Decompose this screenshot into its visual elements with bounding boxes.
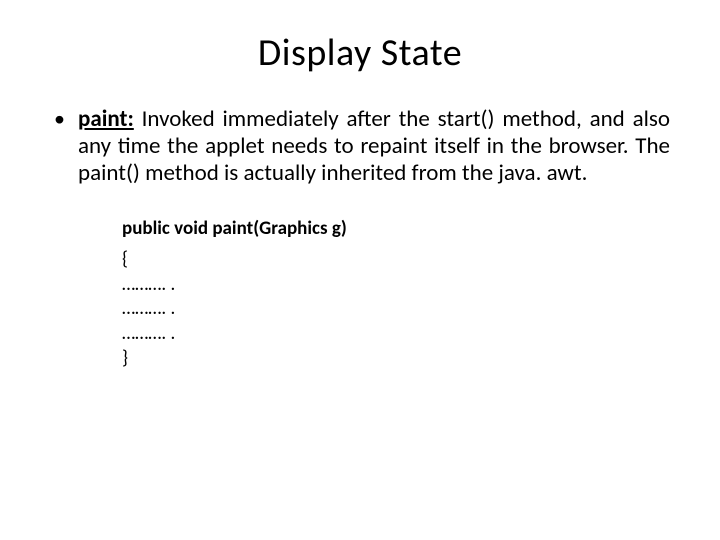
bullet-term: paint: [78, 105, 134, 133]
slide-title: Display State [50, 30, 670, 76]
code-line: } [122, 347, 670, 372]
bullet-paint: paint: Invoked immediately after the sta… [50, 106, 670, 187]
code-line: ………. . [122, 322, 670, 347]
code-signature: public void paint(Graphics g) [122, 217, 670, 242]
code-line: ………. . [122, 273, 670, 298]
bullet-description: Invoked immediately after the start() me… [78, 105, 670, 187]
slide: Display State paint: Invoked immediately… [0, 0, 720, 540]
code-line: ………. . [122, 297, 670, 322]
code-block: public void paint(Graphics g) { ………. . …… [122, 217, 670, 371]
code-line: { [122, 248, 670, 273]
